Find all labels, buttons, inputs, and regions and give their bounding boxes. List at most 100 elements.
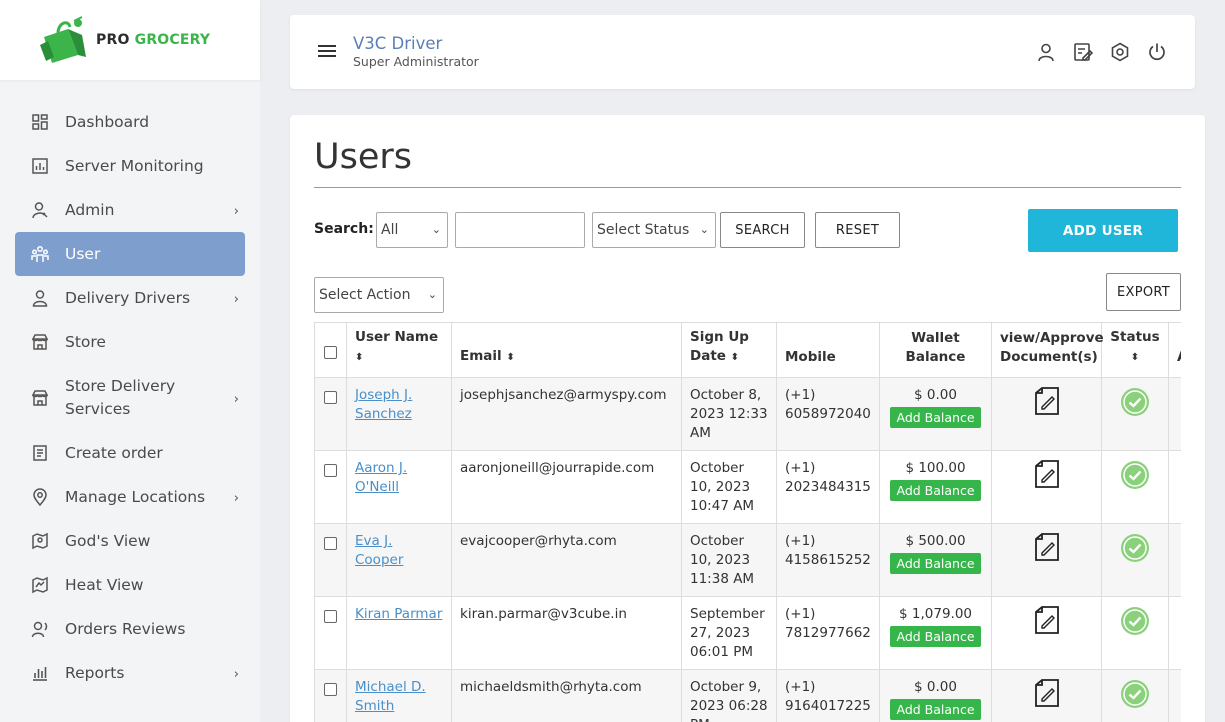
wallet-cell: $ 100.00 Add Balance [879,450,992,524]
document-edit-icon[interactable] [1034,533,1060,561]
mobile-cell: (+1) 4158615252 [776,523,880,597]
header-user-name[interactable]: User Name ⬍ [346,322,452,378]
logo-grocery: GROCERY [134,32,211,48]
user-name-link[interactable]: Kiran Parmar [355,606,442,622]
select-all-cell [314,322,347,378]
add-balance-button[interactable]: Add Balance [890,626,981,647]
user-name-cell: Michael D. Smith [346,669,452,722]
header-email-label: Email [460,348,502,364]
table-row: Eva J. Cooper evajcooper@rhyta.com October… [314,523,1181,597]
user-name-link[interactable]: Joseph J. Sanchez [355,387,412,422]
add-user-button[interactable]: ADD USER [1028,209,1178,252]
sidebar-item-store[interactable]: Store [15,320,245,364]
status-select-value: Select Status [597,222,690,238]
header-signup-date[interactable]: Sign Up Date ⬍ [681,322,777,378]
row-checkbox[interactable] [324,464,337,477]
active-status-check-icon[interactable] [1120,387,1150,417]
users-icon [31,245,49,263]
edit-note-icon[interactable] [1073,42,1093,62]
sidebar-item-manage-locations[interactable]: Manage Locations › [15,475,245,519]
reviews-icon [31,620,49,638]
hamburger-menu-icon[interactable] [318,45,336,57]
settings-icon[interactable] [1110,42,1130,62]
active-status-check-icon[interactable] [1120,460,1150,490]
sidebar-item-label: Create order [65,443,163,462]
row-checkbox[interactable] [324,683,337,696]
search-button[interactable]: SEARCH [720,212,805,248]
header-mobile: Mobile [776,322,880,378]
status-cell [1101,523,1169,597]
user-name-link[interactable]: Eva J. Cooper [355,533,403,568]
sidebar-item-delivery-drivers[interactable]: Delivery Drivers › [15,276,245,320]
active-status-check-icon[interactable] [1120,679,1150,709]
server-monitoring-icon [31,157,49,175]
user-name-link[interactable]: Michael D. Smith [355,679,426,714]
reports-icon [31,664,49,682]
reset-button[interactable]: RESET [815,212,900,248]
user-name-cell: Joseph J. Sanchez [346,377,452,451]
search-scope-select[interactable]: All ⌄ [376,212,448,248]
chevron-down-icon: ⌄ [427,288,437,301]
header-mobile-label: Mobile [785,349,836,365]
logo[interactable]: PRO GROCERY [0,0,260,80]
chevron-right-icon: › [233,292,239,307]
sidebar-item-heat-view[interactable]: Heat View [15,563,245,607]
sidebar-item-admin[interactable]: Admin › [15,188,245,232]
row-checkbox[interactable] [324,537,337,550]
active-status-check-icon[interactable] [1120,533,1150,563]
dashboard-icon [31,113,49,131]
header-actions [1036,42,1167,62]
sidebar-item-orders-reviews[interactable]: Orders Reviews [15,607,245,651]
sidebar-item-dashboard[interactable]: Dashboard [15,100,245,144]
header-signup-label: Sign Up Date [690,329,749,364]
table-row: Kiran Parmar kiran.parmar@v3cube.in Septem… [314,596,1181,670]
status-select[interactable]: Select Status ⌄ [592,212,716,248]
chevron-right-icon: › [233,491,239,506]
row-checkbox[interactable] [324,391,337,404]
table-row: Joseph J. Sanchez josephjsanchez@armyspy.… [314,377,1181,451]
bulk-action-select[interactable]: Select Action ⌄ [314,277,444,313]
document-edit-icon[interactable] [1034,679,1060,707]
users-table-body: Joseph J. Sanchez josephjsanchez@armyspy.… [314,377,1181,722]
document-edit-icon[interactable] [1034,387,1060,415]
add-balance-button[interactable]: Add Balance [890,480,981,501]
action-cell [1168,596,1181,670]
sidebar-item-label: Store [65,332,106,351]
power-icon[interactable] [1147,42,1167,62]
user-name-link[interactable]: Aaron J. O'Neill [355,460,407,495]
add-balance-button[interactable]: Add Balance [890,553,981,574]
document-edit-icon[interactable] [1034,606,1060,634]
export-button[interactable]: EXPORT [1106,273,1181,311]
active-status-check-icon[interactable] [1120,606,1150,636]
sidebar-item-create-order[interactable]: Create order [15,431,245,475]
search-input[interactable] [455,212,585,248]
header-status[interactable]: Status ⬍ [1101,322,1169,378]
header-email[interactable]: Email ⬍ [451,322,682,378]
row-checkbox[interactable] [324,610,337,623]
profile-icon[interactable] [1036,42,1056,62]
sidebar-item-reports[interactable]: Reports › [15,651,245,695]
select-all-checkbox[interactable] [324,346,337,359]
sidebar-item-god-s-view[interactable]: God's View [15,519,245,563]
top-header: V3C Driver Super Administrator [290,15,1195,89]
row-select-cell [314,523,347,597]
mobile-cell: (+1) 2023484315 [776,450,880,524]
action-cell [1168,523,1181,597]
header-status-label: Status [1110,329,1160,345]
status-cell [1101,669,1169,722]
sidebar-item-store-delivery-services[interactable]: Store Delivery Services › [15,364,245,431]
gods-view-icon [31,532,49,550]
status-cell [1101,377,1169,451]
add-balance-button[interactable]: Add Balance [890,407,981,428]
users-card: Users Search: All ⌄ Select Status ⌄ SEAR… [290,115,1205,722]
wallet-cell: $ 1,079.00 Add Balance [879,596,992,670]
sidebar-item-label: Manage Locations [65,487,206,506]
add-balance-button[interactable]: Add Balance [890,699,981,720]
sidebar-item-user[interactable]: User [15,232,245,276]
sidebar-item-server-monitoring[interactable]: Server Monitoring [15,144,245,188]
email-cell: aaronjoneill@jourrapide.com [451,450,682,524]
sidebar-nav: Dashboard Server Monitoring Admin › User Deli… [0,80,260,695]
document-edit-icon[interactable] [1034,460,1060,488]
email-cell: evajcooper@rhyta.com [451,523,682,597]
driver-icon [31,289,49,307]
